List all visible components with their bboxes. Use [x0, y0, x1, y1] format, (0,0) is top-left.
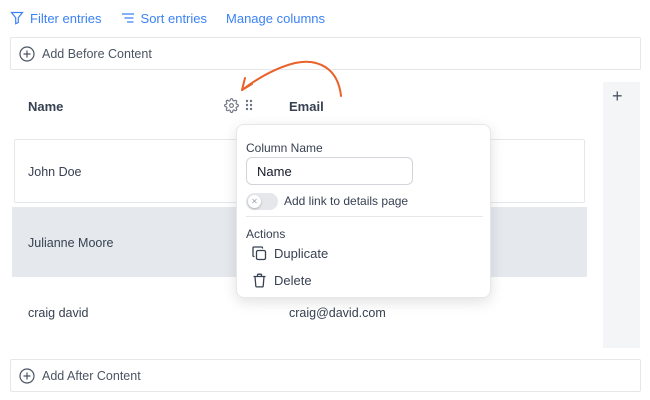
toggle-off-icon: ✕ — [248, 195, 261, 208]
column-name-input[interactable] — [246, 157, 413, 185]
add-after-content-button[interactable]: Add After Content — [10, 359, 641, 392]
column-header-name[interactable]: Name — [28, 99, 63, 114]
column-name-label: Column Name — [246, 141, 323, 155]
plus-circle-icon — [19, 45, 35, 62]
drag-handle-icon[interactable] — [245, 99, 253, 111]
popover-divider — [246, 216, 483, 217]
column-header-email[interactable]: Email — [289, 99, 324, 114]
add-column-button[interactable]: + — [612, 86, 623, 106]
delete-button[interactable]: Delete — [252, 273, 312, 288]
filter-entries-button[interactable]: Filter entries — [10, 11, 102, 26]
row-name-cell: Julianne Moore — [28, 236, 114, 250]
row-email-cell: craig@david.com — [289, 306, 386, 320]
column-settings-popover: Column Name ✕ Add link to details page A… — [236, 124, 491, 298]
trash-icon — [253, 273, 266, 288]
add-column-panel — [603, 82, 640, 348]
sort-entries-label: Sort entries — [140, 10, 208, 26]
sort-entries-button[interactable]: Sort entries — [121, 11, 207, 26]
add-before-content-button[interactable]: Add Before Content — [10, 37, 641, 70]
filter-entries-label: Filter entries — [30, 10, 102, 26]
duplicate-label: Duplicate — [274, 246, 329, 261]
add-after-content-label: Add After Content — [42, 368, 141, 383]
sort-icon — [121, 13, 134, 23]
filter-icon — [10, 11, 24, 25]
add-before-content-label: Add Before Content — [42, 46, 152, 61]
manage-columns-button[interactable]: Manage columns — [226, 11, 325, 26]
duplicate-icon — [252, 246, 267, 261]
row-name-cell: John Doe — [28, 165, 82, 179]
link-details-toggle[interactable]: ✕ — [246, 193, 278, 210]
plus-circle-icon — [19, 367, 35, 384]
row-name-cell: craig david — [28, 306, 89, 320]
toolbar: Filter entries Sort entries Manage colum… — [10, 8, 344, 28]
actions-label: Actions — [246, 227, 286, 241]
delete-label: Delete — [274, 273, 312, 288]
duplicate-button[interactable]: Duplicate — [252, 246, 328, 261]
gear-icon[interactable] — [224, 98, 239, 113]
manage-columns-label: Manage columns — [226, 10, 326, 26]
link-details-label: Add link to details page — [284, 194, 409, 208]
